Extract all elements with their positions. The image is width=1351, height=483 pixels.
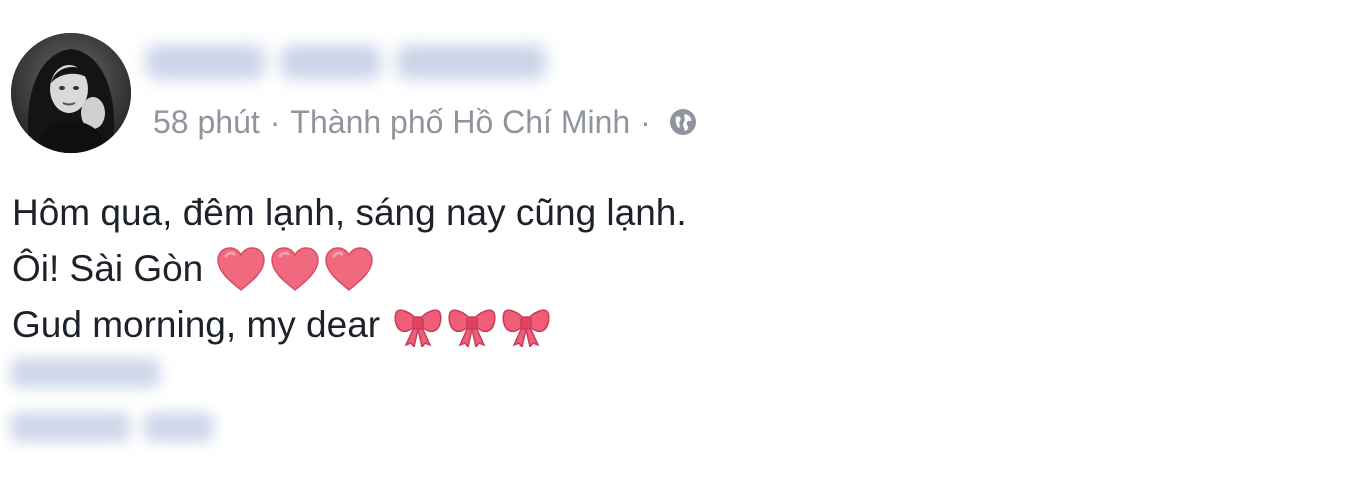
author-avatar[interactable]: [11, 33, 131, 153]
post-line: Hôm qua, đêm lạnh, sáng nay cũng lạnh.: [12, 185, 687, 241]
ribbon-bow-icon: [448, 309, 496, 347]
heart-icon: [271, 247, 320, 292]
post-meta: 58 phút · Thành phố Hồ Chí Minh ·: [153, 102, 699, 142]
redacted-line: [10, 412, 214, 442]
heart-emoji-group: [215, 246, 375, 292]
post-line-text: Ôi! Sài Gòn: [12, 248, 204, 289]
redacted-text-block: [146, 45, 266, 79]
meta-separator: ·: [269, 103, 281, 140]
post-line-text: Gud morning, my dear: [12, 304, 381, 345]
globe-icon[interactable]: [667, 106, 699, 138]
ribbon-bow-icon: [394, 309, 442, 347]
post-location[interactable]: Thành phố Hồ Chí Minh: [290, 104, 630, 141]
post-line: Ôi! Sài Gòn: [12, 241, 687, 297]
redacted-text-block: [10, 358, 160, 388]
ribbon-emoji-group: [392, 303, 552, 347]
redacted-line: [10, 358, 160, 388]
heart-icon: [217, 247, 266, 292]
post-body: Hôm qua, đêm lạnh, sáng nay cũng lạnh. Ô…: [12, 185, 687, 353]
avatar-photo: [11, 33, 131, 153]
redacted-text-block: [281, 45, 381, 79]
heart-icon: [325, 247, 374, 292]
redacted-text-block: [10, 412, 130, 442]
meta-separator: ·: [640, 103, 651, 140]
post-line: Gud morning, my dear: [12, 297, 687, 353]
post-line-text: Hôm qua, đêm lạnh, sáng nay cũng lạnh.: [12, 192, 687, 233]
redacted-text-block: [396, 45, 546, 79]
ribbon-bow-icon: [502, 309, 550, 347]
post-timestamp[interactable]: 58 phút: [153, 104, 260, 141]
redacted-text-block: [144, 412, 214, 442]
author-name-redacted[interactable]: [146, 36, 546, 88]
